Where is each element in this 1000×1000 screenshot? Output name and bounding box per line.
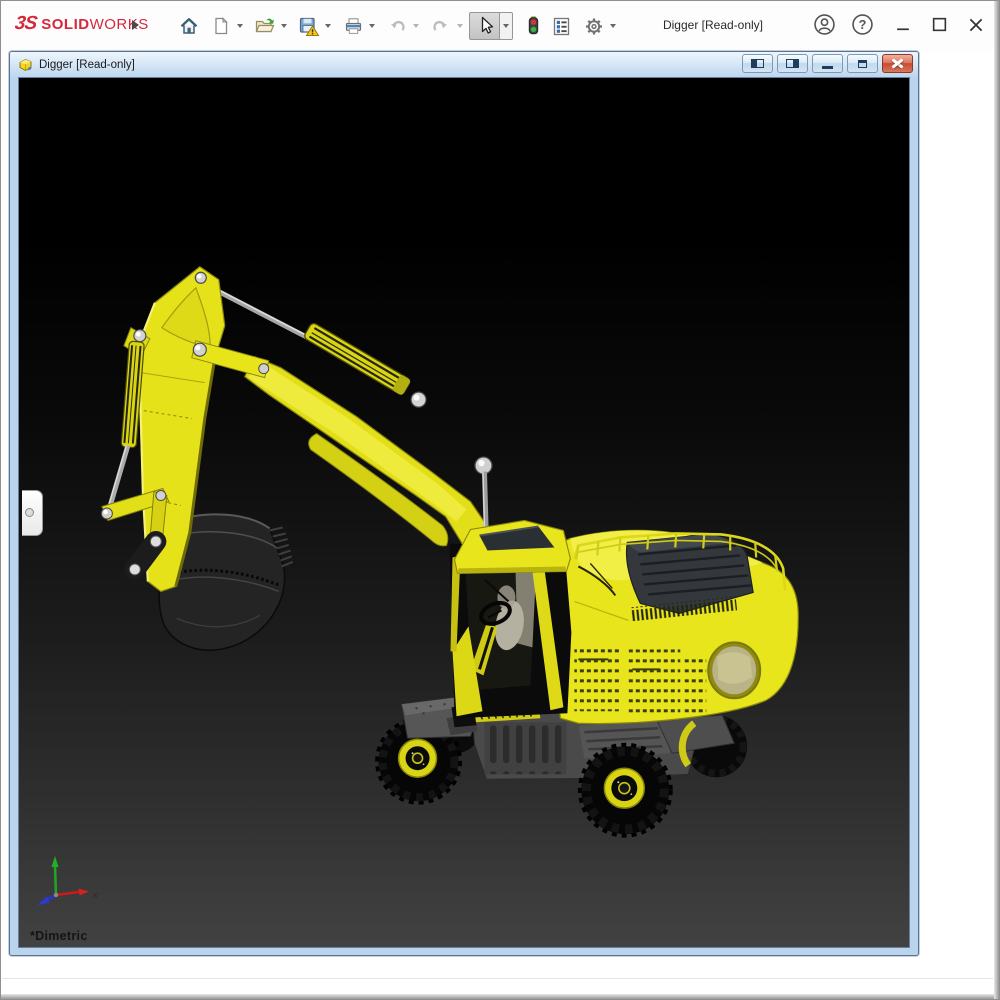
featuremanager-expand-icon [25, 508, 34, 517]
window-title: Digger [Read-only] [613, 18, 813, 32]
digger-3d-model[interactable] [19, 78, 910, 948]
solidworks-application-window: 3S SOLIDWORKS [0, 0, 1000, 1000]
selection-traffic-light-button[interactable] [521, 13, 545, 39]
new-document-icon [211, 16, 231, 36]
triad-x-axis [56, 892, 79, 895]
redo-icon [431, 16, 451, 36]
options-button[interactable] [582, 13, 606, 39]
toolbar-flyout-arrow-icon[interactable] [132, 20, 139, 30]
solidworks-logo[interactable]: 3S SOLIDWORKS [15, 13, 149, 35]
boom-elbow-pin [475, 457, 492, 474]
triad-y-axis [55, 866, 56, 895]
new-document-dropdown[interactable] [233, 13, 246, 39]
print-button[interactable] [341, 13, 365, 39]
save-icon [298, 16, 320, 37]
select-tool-dropdown[interactable] [499, 12, 513, 40]
featuremanager-collapsed-tab[interactable] [22, 490, 43, 536]
document-minimize-button[interactable] [812, 54, 843, 73]
orientation-triad[interactable]: y x [19, 850, 109, 940]
open-document-button[interactable] [253, 13, 277, 39]
document-restore-button[interactable] [847, 54, 878, 73]
document-restore-icon [858, 60, 867, 68]
view-orientation-label: *Dimetric [30, 929, 88, 943]
window-controls: ? [813, 13, 985, 36]
open-folder-icon [254, 16, 276, 36]
triad-x-label: x [93, 890, 98, 900]
dipper-cylinder[interactable] [202, 281, 426, 407]
3d-viewport[interactable]: y x *Dimetric [18, 77, 910, 948]
gear-icon [584, 16, 605, 37]
file-properties-icon [551, 16, 572, 37]
account-button[interactable] [813, 13, 836, 36]
window-bottom-edge [1, 994, 999, 999]
rear-oval-window [708, 642, 760, 698]
operator-cab[interactable] [450, 520, 572, 718]
document-window: Digger [Read-only] [9, 51, 919, 956]
main-toolbar: 3S SOLIDWORKS [1, 1, 999, 51]
document-close-button[interactable] [882, 54, 913, 73]
svg-text:?: ? [859, 18, 867, 32]
pane-left-icon [751, 59, 764, 68]
help-icon: ? [851, 13, 874, 36]
home-icon [179, 16, 199, 36]
help-button[interactable]: ? [851, 13, 874, 36]
undo-button[interactable] [385, 13, 409, 39]
close-icon [967, 16, 985, 34]
undo-icon [387, 16, 407, 36]
minimize-button[interactable] [895, 16, 912, 33]
toggle-right-pane-button[interactable] [777, 54, 808, 73]
undo-dropdown[interactable] [409, 13, 422, 39]
save-dropdown[interactable] [321, 13, 334, 39]
document-titlebar[interactable]: Digger [Read-only] [10, 52, 918, 77]
redo-button[interactable] [429, 13, 453, 39]
document-window-controls [742, 54, 913, 73]
print-dropdown[interactable] [365, 13, 378, 39]
document-minimize-icon [822, 66, 833, 69]
print-icon [343, 16, 364, 36]
file-properties-button[interactable] [549, 13, 573, 39]
traffic-light-icon [523, 15, 543, 37]
open-document-dropdown[interactable] [277, 13, 290, 39]
maximize-button[interactable] [931, 16, 948, 33]
triad-y-label: y [61, 854, 66, 864]
save-button[interactable] [297, 13, 321, 39]
quick-access-toolbar [177, 12, 619, 40]
new-document-button[interactable] [209, 13, 233, 39]
document-title: Digger [Read-only] [39, 59, 135, 71]
logo-3ds-glyph: 3S [13, 13, 37, 35]
maximize-icon [931, 16, 948, 33]
toggle-left-pane-button[interactable] [742, 54, 773, 73]
home-button[interactable] [177, 13, 201, 39]
document-close-icon [892, 59, 904, 69]
select-cursor-icon [475, 15, 495, 37]
account-icon [813, 13, 836, 36]
part-document-icon [17, 57, 34, 73]
minimize-icon [895, 16, 912, 33]
close-button[interactable] [967, 16, 985, 34]
redo-dropdown[interactable] [453, 13, 466, 39]
statusbar-divider [2, 978, 993, 979]
select-tool-button[interactable] [469, 12, 499, 40]
window-right-edge [994, 1, 999, 999]
pane-right-icon [786, 59, 799, 68]
